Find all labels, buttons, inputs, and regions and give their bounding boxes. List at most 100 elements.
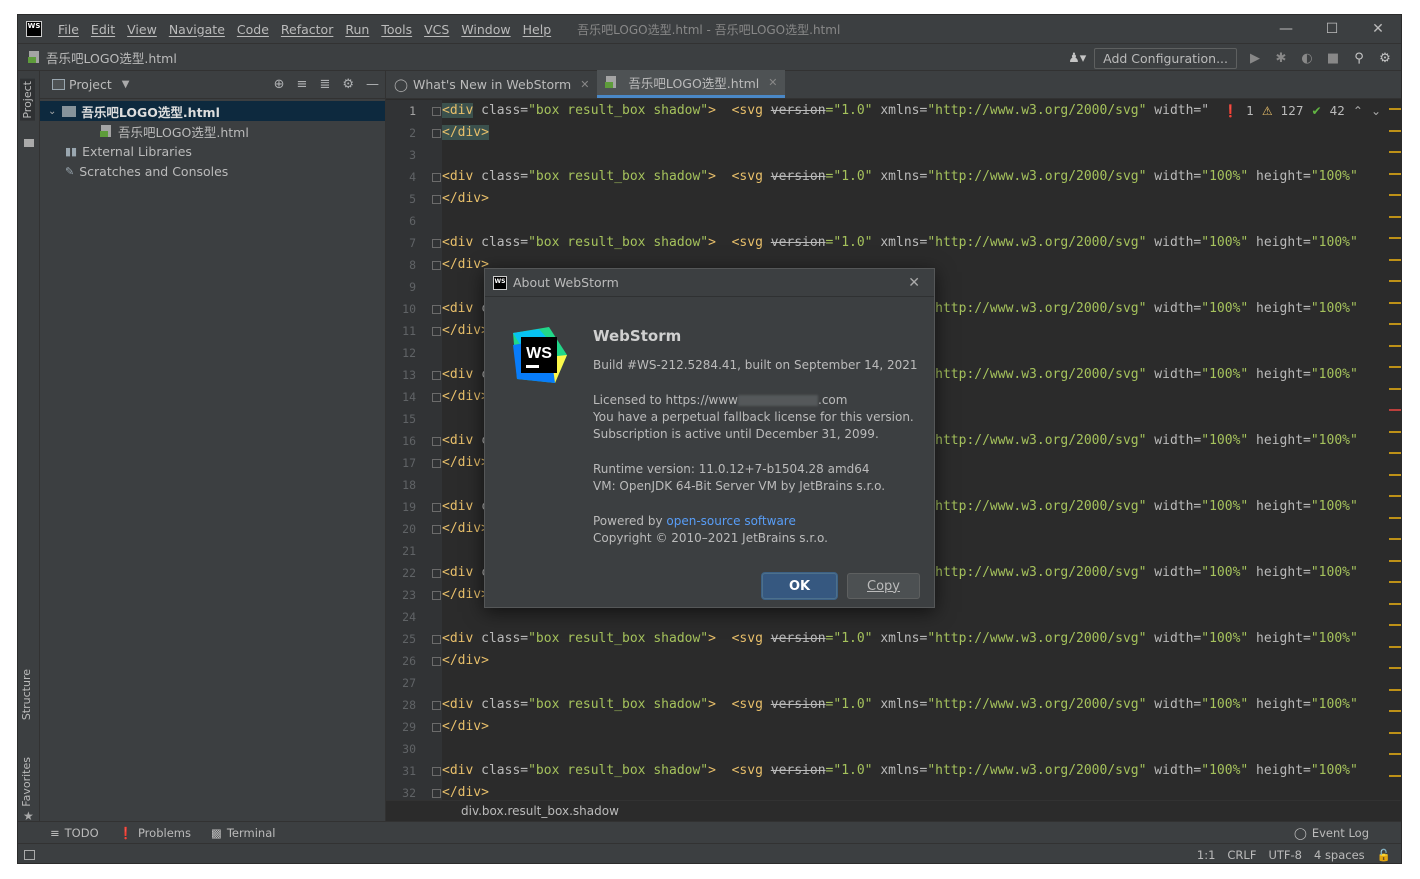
stripe-mark[interactable] xyxy=(1389,301,1401,304)
stripe-mark[interactable] xyxy=(1389,323,1401,325)
stripe-mark[interactable] xyxy=(1389,581,1401,583)
code-line[interactable]: </div> xyxy=(442,518,489,540)
fold-marker-icon[interactable] xyxy=(432,305,441,314)
stripe-mark[interactable] xyxy=(1389,430,1401,433)
tree-item-external-libraries[interactable]: ▮▮ External Libraries xyxy=(40,141,385,161)
hide-icon[interactable]: — xyxy=(366,77,379,92)
terminal-tool-button[interactable]: ▩ Terminal xyxy=(211,826,275,840)
project-settings-icon[interactable]: ⚙ xyxy=(342,77,354,92)
stripe-mark[interactable] xyxy=(1389,129,1401,132)
breadcrumb[interactable]: div.box.result_box.shadow xyxy=(386,800,1401,821)
code-line[interactable]: </div> xyxy=(442,188,489,210)
search-icon[interactable]: ⚲ xyxy=(1351,51,1367,66)
fold-marker-icon[interactable] xyxy=(432,657,441,666)
run-icon[interactable]: ▶ xyxy=(1247,51,1263,66)
tab-whats-new[interactable]: ◯ What's New in WebStorm ✕ xyxy=(386,70,597,98)
problems-tool-button[interactable]: ❗ Problems xyxy=(119,826,191,840)
fold-marker-icon[interactable] xyxy=(432,723,441,732)
stripe-mark[interactable] xyxy=(1389,387,1401,390)
fold-marker-icon[interactable] xyxy=(432,789,441,798)
code-line[interactable]: </div> xyxy=(442,452,489,474)
stripe-mark[interactable] xyxy=(1389,710,1401,712)
project-side-tab[interactable]: Project xyxy=(20,79,35,121)
fold-marker-icon[interactable] xyxy=(432,327,441,336)
stripe-mark[interactable] xyxy=(1389,151,1401,153)
code-line[interactable]: </div> xyxy=(442,122,489,144)
fold-marker-icon[interactable] xyxy=(432,569,441,578)
fold-marker-icon[interactable] xyxy=(432,767,441,776)
error-stripe[interactable] xyxy=(1387,100,1401,800)
ok-button[interactable]: OK xyxy=(762,573,837,599)
indent-setting[interactable]: 4 spaces xyxy=(1314,848,1365,862)
fold-marker-icon[interactable] xyxy=(432,437,441,446)
stripe-mark[interactable] xyxy=(1389,624,1401,626)
close-tab-icon[interactable]: ✕ xyxy=(768,76,777,89)
stripe-mark[interactable] xyxy=(1389,344,1401,347)
stripe-mark[interactable] xyxy=(1389,667,1401,669)
fold-marker-icon[interactable] xyxy=(432,393,441,402)
todo-tool-button[interactable]: ≡ TODO xyxy=(50,826,99,840)
nav-file-crumb[interactable]: 吾乐吧LOGO选型.html xyxy=(28,48,177,67)
code-line[interactable]: <div class="box result_box shadow"> <svg… xyxy=(442,100,1209,122)
chevron-up-icon[interactable]: ⌃ xyxy=(1353,104,1363,118)
fold-marker-icon[interactable] xyxy=(432,239,441,248)
stripe-mark[interactable] xyxy=(1389,258,1401,261)
code-line[interactable]: </div> xyxy=(442,650,489,672)
menu-code[interactable]: Code xyxy=(231,22,275,37)
tab-html-file[interactable]: 吾乐吧LOGO选型.html ✕ xyxy=(597,70,786,98)
code-line[interactable]: </div> xyxy=(442,716,489,738)
code-line[interactable]: </div> xyxy=(442,254,489,276)
caret-position[interactable]: 1:1 xyxy=(1197,848,1216,862)
stripe-mark[interactable] xyxy=(1389,602,1401,605)
menu-vcs[interactable]: VCS xyxy=(418,22,455,37)
menu-edit[interactable]: Edit xyxy=(85,22,121,37)
copy-button[interactable]: Copy xyxy=(847,573,920,599)
stop-icon[interactable]: ■ xyxy=(1325,51,1341,66)
maximize-icon[interactable]: ☐ xyxy=(1309,15,1355,43)
stripe-mark[interactable] xyxy=(1389,473,1401,476)
fold-marker-icon[interactable] xyxy=(432,129,441,138)
fold-marker-icon[interactable] xyxy=(432,591,441,600)
fold-marker-icon[interactable] xyxy=(432,195,441,204)
stripe-mark[interactable] xyxy=(1389,237,1401,239)
stripe-mark[interactable] xyxy=(1389,495,1401,497)
debug-icon[interactable]: ✱ xyxy=(1273,51,1289,66)
menu-view[interactable]: View xyxy=(121,22,163,37)
menu-navigate[interactable]: Navigate xyxy=(163,22,231,37)
file-encoding[interactable]: UTF-8 xyxy=(1268,848,1302,862)
chevron-down-icon[interactable]: ▼ xyxy=(122,79,130,90)
fold-marker-icon[interactable] xyxy=(432,503,441,512)
stripe-mark[interactable] xyxy=(1389,731,1401,734)
tree-item-root[interactable]: ⌄ 吾乐吧LOGO选型.html xyxy=(40,101,385,121)
fold-marker-icon[interactable] xyxy=(432,459,441,468)
stripe-mark[interactable] xyxy=(1389,516,1401,519)
chevron-down-icon[interactable]: ⌄ xyxy=(1371,104,1381,118)
code-line[interactable]: </div> xyxy=(442,386,489,408)
tree-item-scratches[interactable]: ✎ Scratches and Consoles xyxy=(40,161,385,181)
menu-file[interactable]: File xyxy=(52,22,85,37)
stripe-mark[interactable] xyxy=(1389,366,1401,368)
open-source-link[interactable]: open-source software xyxy=(666,514,795,528)
menu-refactor[interactable]: Refactor xyxy=(275,22,339,37)
stripe-mark[interactable] xyxy=(1389,409,1401,411)
stripe-mark[interactable] xyxy=(1389,774,1401,777)
fold-marker-icon[interactable] xyxy=(432,635,441,644)
stripe-mark[interactable] xyxy=(1389,215,1401,218)
fold-marker-icon[interactable] xyxy=(432,525,441,534)
menu-run[interactable]: Run xyxy=(339,22,375,37)
fold-marker-icon[interactable] xyxy=(432,173,441,182)
user-icon[interactable]: ♟▾ xyxy=(1068,51,1086,66)
menu-window[interactable]: Window xyxy=(455,22,516,37)
locate-icon[interactable]: ⊕ xyxy=(274,77,285,92)
stripe-mark[interactable] xyxy=(1389,280,1401,282)
stripe-mark[interactable] xyxy=(1389,538,1401,540)
line-separator[interactable]: CRLF xyxy=(1227,848,1256,862)
stripe-mark[interactable] xyxy=(1389,753,1401,755)
stripe-mark[interactable] xyxy=(1389,194,1401,196)
minimize-icon[interactable]: — xyxy=(1263,15,1309,43)
favorites-side-tab[interactable]: Favorites xyxy=(20,757,33,807)
close-tab-icon[interactable]: ✕ xyxy=(580,78,589,91)
code-line[interactable]: <div class="box result_box shadow"> <svg… xyxy=(442,166,1358,188)
project-panel-title[interactable]: Project xyxy=(69,77,112,92)
collapse-all-icon[interactable]: ≣ xyxy=(319,77,330,92)
